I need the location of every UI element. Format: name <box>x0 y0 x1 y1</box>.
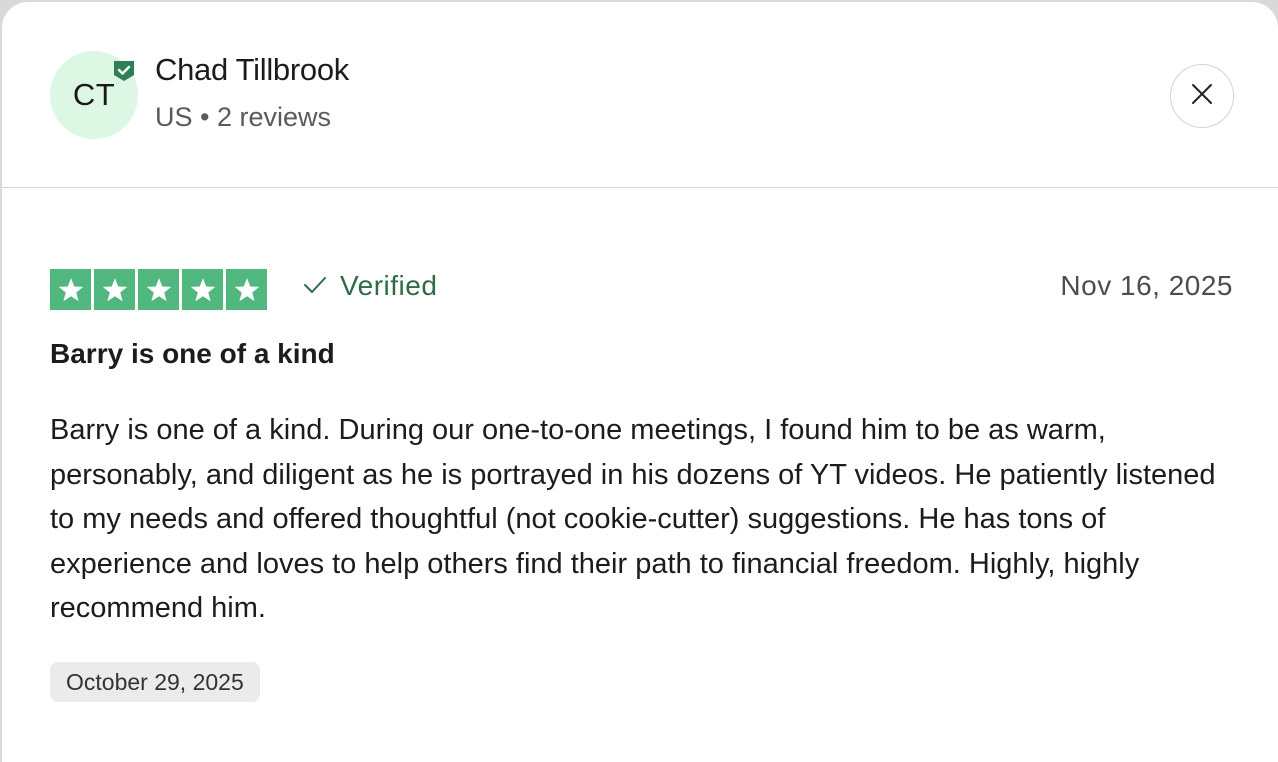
modal-header: CT Chad Tillbrook US • 2 reviews <box>2 2 1278 188</box>
reviewer-meta: US • 2 reviews <box>155 102 332 132</box>
review-date: Nov 16, 2025 <box>1060 270 1233 301</box>
star-icon <box>182 269 223 310</box>
star-rating <box>50 269 267 310</box>
star-icon <box>50 269 91 310</box>
verified-text: Verified <box>340 270 438 301</box>
date-of-experience: October 29, 2025 <box>50 662 260 702</box>
star-icon <box>226 269 267 310</box>
verified-label[interactable]: Verified <box>302 270 437 302</box>
review-title: Barry is one of a kind <box>50 338 335 369</box>
close-icon <box>1190 82 1214 111</box>
star-icon <box>138 269 179 310</box>
star-icon <box>94 269 135 310</box>
check-icon <box>302 270 328 302</box>
review-modal: CT Chad Tillbrook US • 2 reviews Verifie… <box>2 2 1278 762</box>
verified-badge-icon <box>112 59 136 83</box>
reviewer-name[interactable]: Chad Tillbrook <box>155 52 349 88</box>
review-text: Barry is one of a kind. During our one-t… <box>50 414 1216 624</box>
close-button[interactable] <box>1170 64 1234 128</box>
